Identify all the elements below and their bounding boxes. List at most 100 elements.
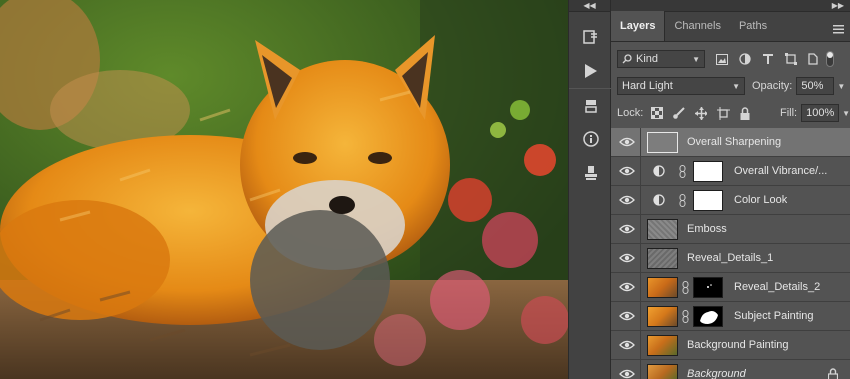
layer-row-subject-painting[interactable]: Subject Painting [611,302,850,331]
lock-artboard-icon[interactable] [717,106,731,120]
layer-thumbnail [647,277,678,298]
layer-name: Background Painting [687,339,789,351]
visibility-toggle[interactable] [611,273,641,302]
layer-mask-thumbnail [693,277,723,298]
chain-link-icon[interactable] [682,281,689,294]
adjustment-layer-icon [653,194,665,206]
layer-thumbnail [647,248,678,269]
lock-transparent-icon[interactable] [651,107,664,119]
layer-name: Reveal_Details_2 [734,281,821,293]
layer-name: Subject Painting [734,310,814,322]
filter-kind-value: Kind [636,53,659,65]
image-filter-icon[interactable] [716,53,728,65]
layers-panel: ▶▶ Layers Channels Paths Kind ▼ Hard Lig… [611,0,850,379]
history-icon[interactable] [569,20,612,54]
opacity-input[interactable]: 50% [796,77,835,95]
stamp-icon[interactable] [569,156,612,190]
layer-mask-thumbnail [693,306,723,327]
layer-row-overall-sharpening[interactable]: Overall Sharpening [611,128,850,157]
eye-icon [619,369,635,379]
lock-pixels-icon[interactable] [673,107,685,119]
shape-filter-icon[interactable] [785,53,797,65]
search-icon [622,54,632,64]
blend-opacity-row: Hard Light ▼ Opacity: 50% ▼ [611,75,850,97]
layer-row-overall-vibrance[interactable]: Overall Vibrance/... [611,157,850,186]
layer-mask-thumbnail [693,190,723,211]
fill-slider-icon[interactable]: ▼ [842,109,850,118]
filter-toggle-icon[interactable] [826,51,834,67]
layer-name: Background [687,368,746,379]
opacity-slider-icon[interactable]: ▼ [837,82,845,91]
layer-thumbnail [647,132,678,153]
blend-mode-select[interactable]: Hard Light ▼ [617,77,745,95]
fill-label: Fill: [779,107,798,119]
layer-row-reveal-details-2[interactable]: Reveal_Details_2 [611,273,850,302]
layer-mask-thumbnail [693,161,723,182]
eye-icon [619,195,635,205]
layer-name: Overall Vibrance/... [734,165,828,177]
filter-kind-select[interactable]: Kind ▼ [617,50,705,68]
collapse-dock-icon[interactable]: ◀◀ [569,0,610,12]
photoshop-workspace: ◀◀ ▶▶ Layers Channels Paths Kind ▼ Hard … [0,0,850,379]
visibility-toggle[interactable] [611,244,641,273]
layer-name: Emboss [687,223,727,235]
lock-label: Lock: [617,107,644,119]
fill-value: 100% [806,107,835,119]
chain-link-icon[interactable] [679,165,686,178]
visibility-toggle[interactable] [611,157,641,186]
layer-name: Color Look [734,194,788,206]
eye-icon [619,311,635,321]
tab-paths[interactable]: Paths [730,11,776,41]
fill-input[interactable]: 100% [801,104,840,122]
eye-icon [619,340,635,350]
actions-play-icon[interactable] [569,54,612,88]
visibility-toggle[interactable] [611,215,641,244]
layer-row-color-look[interactable]: Color Look [611,186,850,215]
tab-layers[interactable]: Layers [611,11,666,41]
opacity-value: 50% [801,80,824,92]
visibility-toggle[interactable] [611,128,641,157]
layer-name: Reveal_Details_1 [687,252,774,264]
layer-filter-row: Kind ▼ [611,48,850,70]
panel-dock-strip: ◀◀ [568,0,612,379]
visibility-toggle[interactable] [611,360,641,379]
visibility-toggle[interactable] [611,331,641,360]
lock-fill-row: Lock: Fill: 100% ▼ [611,102,850,124]
layer-row-reveal-details-1[interactable]: Reveal_Details_1 [611,244,850,273]
layer-name: Overall Sharpening [687,136,782,148]
lock-position-icon[interactable] [694,106,708,120]
chain-link-icon[interactable] [679,194,686,207]
document-canvas[interactable] [0,0,568,379]
chevron-down-icon: ▼ [732,81,740,91]
panel-tabs: Layers Channels Paths [611,11,850,42]
tab-channels[interactable]: Channels [665,11,729,41]
smartobject-filter-icon[interactable] [808,53,818,65]
eye-icon [619,253,635,263]
blend-mode-value: Hard Light [622,80,673,92]
chevron-down-icon: ▼ [692,54,700,64]
eye-icon [619,282,635,292]
layer-row-background[interactable]: Background [611,360,850,379]
layer-thumbnail [647,306,678,327]
info-icon[interactable] [569,122,612,156]
eye-icon [619,224,635,234]
adjustment-layer-icon [653,165,665,177]
chain-link-icon[interactable] [682,310,689,323]
layer-row-emboss[interactable]: Emboss [611,215,850,244]
layers-list: Overall Sharpening Overall Vibrance/... … [611,128,850,379]
type-filter-icon[interactable] [762,53,774,65]
panel-menu-icon[interactable] [833,21,844,34]
adjustment-filter-icon[interactable] [739,53,751,65]
visibility-toggle[interactable] [611,186,641,215]
layer-thumbnail [647,219,678,240]
layer-lock-icon [828,368,838,379]
visibility-toggle[interactable] [611,302,641,331]
layer-row-background-painting[interactable]: Background Painting [611,331,850,360]
3d-icon[interactable] [569,88,612,122]
layer-thumbnail [647,335,678,356]
eye-icon [619,137,635,147]
eye-icon [619,166,635,176]
fox-painting-image [0,0,568,379]
lock-all-icon[interactable] [740,106,750,120]
layer-thumbnail [647,364,678,379]
